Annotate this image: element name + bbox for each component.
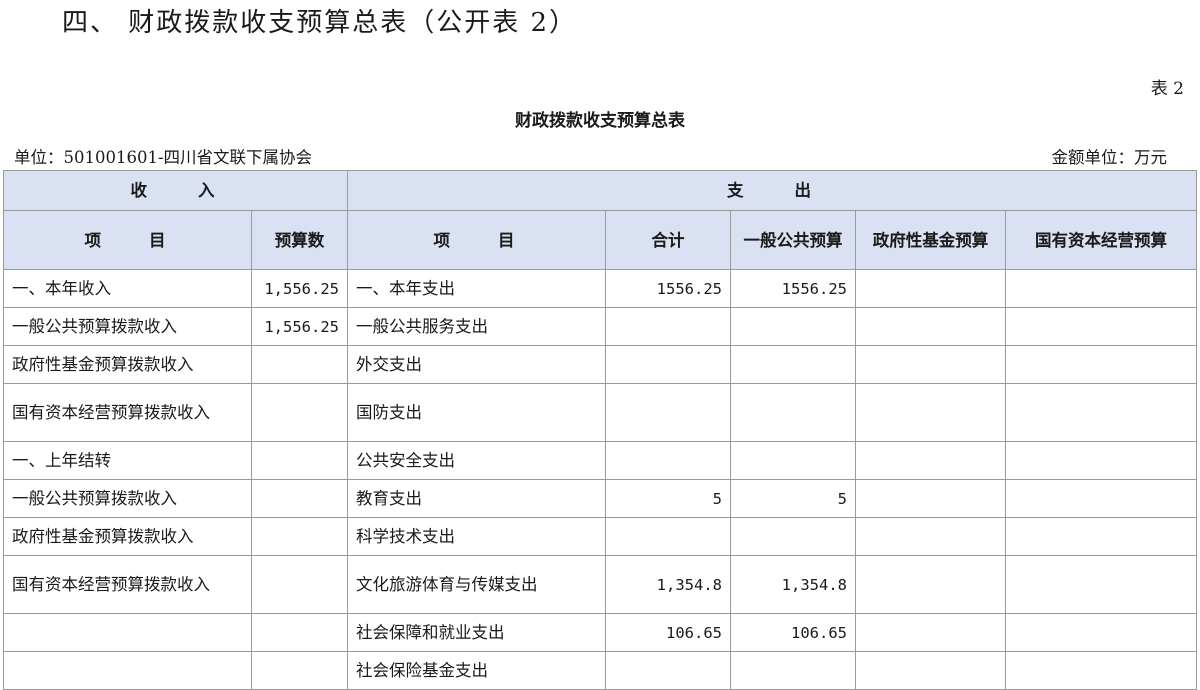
state-capital-cell <box>1004 555 1198 614</box>
header-group-row: 收 入 支 出 <box>3 170 1198 211</box>
income-item-cell: 一般公共预算拨款收入 <box>3 479 252 518</box>
income-budget-cell <box>251 479 348 518</box>
income-item-cell: 一、上年结转 <box>3 441 252 480</box>
fund-budget-cell <box>855 555 1006 614</box>
general-budget-cell <box>730 517 856 556</box>
income-item-cell: 国有资本经营预算拨款收入 <box>3 383 252 442</box>
expense-item-cell: 一般公共服务支出 <box>347 307 606 346</box>
income-budget-cell <box>251 383 348 442</box>
general-budget-cell: 5 <box>730 479 856 518</box>
income-budget-cell <box>251 517 348 556</box>
general-budget-header: 一般公共预算 <box>730 210 856 270</box>
income-budget-header: 预算数 <box>251 210 348 270</box>
amount-unit-label: 金额单位：万元 <box>1051 148 1168 167</box>
general-budget-cell <box>730 441 856 480</box>
income-budget-cell: 1,556.25 <box>251 269 348 308</box>
income-item-cell: 政府性基金预算拨款收入 <box>3 517 252 556</box>
fund-budget-cell <box>855 345 1006 384</box>
expense-item-cell: 一、本年支出 <box>347 269 606 308</box>
general-budget-cell <box>730 345 856 384</box>
expense-item-cell: 教育支出 <box>347 479 606 518</box>
total-cell: 1556.25 <box>605 269 731 308</box>
fund-budget-cell <box>855 307 1006 346</box>
table-row: 政府性基金预算拨款收入 外交支出 <box>3 345 1198 384</box>
fund-budget-cell <box>855 383 1006 442</box>
table-row: 一、本年收入 1,556.25 一、本年支出 1556.25 1556.25 <box>3 269 1198 308</box>
state-capital-cell <box>1004 479 1198 518</box>
income-item-cell: 政府性基金预算拨款收入 <box>3 345 252 384</box>
table-row: 一般公共预算拨款收入 1,556.25 一般公共服务支出 <box>3 307 1198 346</box>
income-budget-cell: 1,556.25 <box>251 307 348 346</box>
unit-label: 单位：501001601-四川省文联下属协会 <box>14 148 313 167</box>
income-budget-cell <box>251 555 348 614</box>
general-budget-cell: 1,354.8 <box>730 555 856 614</box>
table-title: 财政拨款收支预算总表 <box>515 111 685 131</box>
expense-item-cell: 外交支出 <box>347 345 606 384</box>
expense-item-cell: 科学技术支出 <box>347 517 606 556</box>
table-row: 国有资本经营预算拨款收入 文化旅游体育与传媒支出 1,354.8 1,354.8 <box>3 555 1198 614</box>
fund-budget-cell <box>855 517 1006 556</box>
expense-item-header: 项 目 <box>347 210 606 270</box>
fund-budget-cell <box>855 269 1006 308</box>
fund-budget-cell <box>855 441 1006 480</box>
total-cell: 5 <box>605 479 731 518</box>
table-row: 社会保障和就业支出 106.65 106.65 <box>3 613 1198 652</box>
general-budget-cell: 106.65 <box>730 613 856 652</box>
fund-budget-cell <box>855 613 1006 652</box>
income-budget-cell <box>251 441 348 480</box>
table-row: 政府性基金预算拨款收入 科学技术支出 <box>3 517 1198 556</box>
expense-item-cell: 公共安全支出 <box>347 441 606 480</box>
income-item-header: 项 目 <box>3 210 252 270</box>
table-number: 表 2 <box>1150 79 1184 99</box>
expense-item-cell: 文化旅游体育与传媒支出 <box>347 555 606 614</box>
fund-budget-cell <box>855 479 1006 518</box>
state-capital-cell <box>1004 383 1198 442</box>
state-capital-budget-header: 国有资本经营预算 <box>1004 210 1198 270</box>
state-capital-cell <box>1004 441 1198 480</box>
expense-item-cell: 社会保障和就业支出 <box>347 613 606 652</box>
income-budget-cell <box>251 613 348 652</box>
state-capital-cell <box>1004 269 1198 308</box>
income-item-cell: 国有资本经营预算拨款收入 <box>3 555 252 614</box>
general-budget-cell <box>730 307 856 346</box>
state-capital-cell <box>1004 307 1198 346</box>
total-cell <box>605 517 731 556</box>
expense-item-cell: 国防支出 <box>347 383 606 442</box>
income-budget-cell <box>251 345 348 384</box>
fund-budget-header: 政府性基金预算 <box>855 210 1006 270</box>
state-capital-cell <box>1004 517 1198 556</box>
total-cell <box>605 345 731 384</box>
income-item-cell: 一般公共预算拨款收入 <box>3 307 252 346</box>
total-cell: 106.65 <box>605 613 731 652</box>
general-budget-cell <box>730 383 856 442</box>
total-cell: 1,354.8 <box>605 555 731 614</box>
total-cell <box>605 383 731 442</box>
table-row: 一般公共预算拨款收入 教育支出 5 5 <box>3 479 1198 518</box>
total-cell <box>605 441 731 480</box>
general-budget-cell: 1556.25 <box>730 269 856 308</box>
page-heading: 四、 财政拨款收支预算总表（公开表 2） <box>62 8 578 38</box>
expense-group-header: 支 出 <box>346 170 1198 211</box>
income-item-cell: 一、本年收入 <box>3 269 252 308</box>
income-group-header: 收 入 <box>3 170 348 211</box>
total-cell <box>605 307 731 346</box>
total-header: 合计 <box>605 210 731 270</box>
state-capital-cell <box>1004 613 1198 652</box>
income-item-cell <box>3 613 252 652</box>
header-column-row: 项 目 预算数 项 目 合计 一般公共预算 政府性基金预算 国有资本经营预算 <box>3 210 1198 270</box>
table-row: 国有资本经营预算拨款收入 国防支出 <box>3 383 1198 442</box>
state-capital-cell <box>1004 345 1198 384</box>
budget-table: 收 入 支 出 项 目 预算数 项 目 合计 一般公共预算 政府性基金预算 国有… <box>3 170 1198 690</box>
table-row: 一、上年结转 公共安全支出 <box>3 441 1198 480</box>
